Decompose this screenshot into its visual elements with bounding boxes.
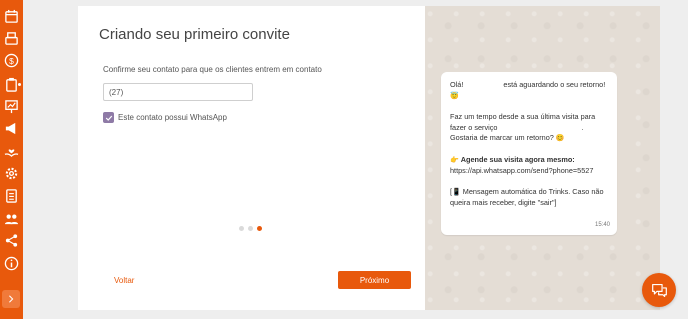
smile-emoji: 😇 (450, 92, 459, 100)
chevron-right-icon (9, 295, 14, 303)
share-icon[interactable] (3, 232, 20, 249)
checkmark-icon (105, 115, 112, 121)
step-dot-active (257, 226, 262, 231)
chat-bubbles-icon (651, 283, 667, 297)
message-bubble: Olá! está aguardando o seu retorno! 😇 Faz … (441, 72, 617, 235)
gear-icon[interactable] (3, 165, 20, 182)
invite-wizard-card: Criando seu primeiro convite Confirme se… (78, 6, 425, 310)
message-greeting: Olá! está aguardando o seu retorno! 😇 (450, 80, 606, 100)
whatsapp-link: https://api.whatsapp.com/send?phone=5527 (450, 166, 594, 175)
sidebar: $ (0, 0, 23, 319)
contact-instructions: Confirme seu contato para que os cliente… (103, 65, 322, 74)
step-dot (239, 226, 244, 231)
calendar-icon[interactable] (3, 8, 20, 25)
megaphone-icon[interactable] (3, 120, 20, 137)
cash-register-icon[interactable] (3, 30, 20, 47)
message-timestamp: 15:40 (594, 221, 610, 228)
support-chat-button[interactable] (642, 273, 676, 307)
back-button[interactable]: Voltar (114, 276, 134, 285)
step-indicator (239, 226, 262, 231)
active-indicator (18, 83, 21, 86)
message-body: Faz um tempo desde a sua última visita p… (450, 112, 596, 142)
sidebar-expand-button[interactable] (2, 290, 20, 308)
phone-emoji: 📱 (452, 188, 461, 196)
phone-field[interactable] (103, 83, 253, 101)
blush-emoji: 😊 (555, 135, 565, 142)
whatsapp-checkbox-label: Este contato possui WhatsApp (118, 113, 227, 122)
message-cta: 👉 Agende sua visita agora mesmo: https://… (450, 154, 594, 176)
step-dot (248, 226, 253, 231)
checklist-icon[interactable] (3, 187, 20, 204)
presentation-chart-icon[interactable] (3, 98, 20, 115)
message-footer: [📱 Mensagem automática do Trinks. Caso n… (450, 186, 604, 208)
page-title: Criando seu primeiro convite (99, 26, 290, 43)
whatsapp-preview-panel: Olá! está aguardando o seu retorno! 😇 Faz … (425, 6, 660, 310)
next-button[interactable]: Próximo (338, 271, 411, 289)
svg-text:$: $ (9, 56, 14, 66)
dollar-icon[interactable]: $ (3, 52, 20, 69)
users-icon[interactable] (3, 210, 20, 227)
hand-heart-icon[interactable] (3, 142, 20, 159)
whatsapp-checkbox[interactable] (103, 112, 114, 123)
info-icon[interactable] (3, 255, 20, 272)
pointing-hand-emoji: 👉 (450, 156, 459, 164)
whatsapp-option[interactable]: Este contato possui WhatsApp (103, 112, 227, 123)
